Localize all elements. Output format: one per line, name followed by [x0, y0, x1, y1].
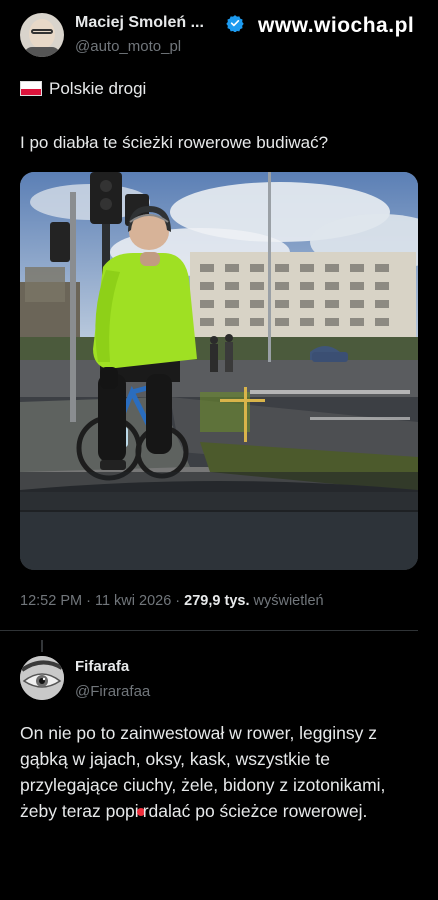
photo-scene	[20, 172, 418, 570]
reply-avatar[interactable]	[20, 656, 64, 700]
meta-separator: ·	[171, 593, 185, 609]
reply-author-handle[interactable]: @Firarafaa	[75, 683, 150, 700]
post-photo[interactable]	[20, 172, 418, 570]
views-count: 279,9 tys.	[184, 593, 250, 609]
author-handle[interactable]: @auto_moto_pl	[75, 38, 181, 55]
meta-separator: ·	[82, 593, 95, 609]
poland-flag-icon	[20, 81, 42, 96]
avatar-glasses	[31, 29, 53, 34]
verified-badge-icon	[226, 15, 244, 32]
thread-line	[41, 640, 43, 652]
reply-text: On nie po to zainwestował w rower, leggi…	[20, 720, 425, 824]
views-label: wyświetleń	[249, 593, 324, 609]
post-date[interactable]: 11 kwi 2026	[95, 593, 171, 609]
reply-author-name[interactable]: Fifarafa	[75, 658, 129, 675]
post-flag-label: Polskie drogi	[49, 79, 147, 98]
watermark: www.wiocha.pl	[258, 14, 415, 37]
eye-icon	[20, 656, 64, 700]
post-text: I po diabła te ścieżki rowerowe budiwać?	[20, 133, 329, 152]
post-time[interactable]: 12:52 PM	[20, 593, 82, 609]
author-avatar[interactable]	[20, 13, 64, 57]
reply-text-part2: rdalać po ścieżce rowerowej.	[142, 801, 368, 821]
post-meta: 12:52 PM · 11 kwi 2026 · 279,9 tys. wyśw…	[20, 593, 324, 609]
avatar-face	[29, 19, 55, 49]
author-name[interactable]: Maciej Smoleń ...	[75, 14, 204, 32]
divider	[0, 630, 418, 631]
avatar-shirt	[24, 47, 60, 57]
